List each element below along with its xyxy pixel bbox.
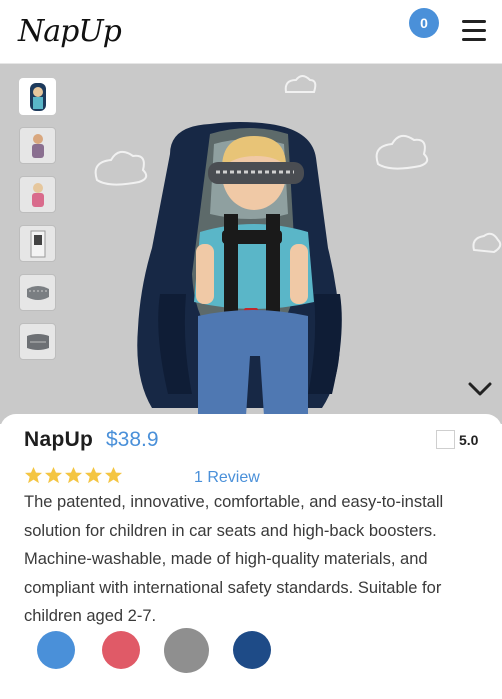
star-icon <box>104 466 123 484</box>
color-swatch-red[interactable] <box>102 631 140 669</box>
app-header: NapUp 0 <box>0 0 502 64</box>
product-description: The patented, innovative, comfortable, a… <box>24 493 444 625</box>
logo[interactable]: NapUp <box>18 14 122 49</box>
chevron-down-icon[interactable] <box>468 380 492 398</box>
product-photo <box>94 75 502 416</box>
thumbnail-5[interactable] <box>19 274 56 311</box>
cart-button[interactable]: 0 <box>409 8 439 38</box>
cloud-icon <box>284 75 317 93</box>
thumbnail-2[interactable] <box>19 127 56 164</box>
color-swatch-gray[interactable] <box>164 628 209 673</box>
color-swatch-blue[interactable] <box>37 631 75 669</box>
product-title: NapUp <box>24 428 94 451</box>
rating-value: 5.0 <box>459 432 479 448</box>
rating-checkbox[interactable] <box>436 430 455 449</box>
reviews-link[interactable]: 1 Review <box>194 469 260 487</box>
color-swatch-navy[interactable] <box>233 631 271 669</box>
product-hero-image <box>0 64 502 424</box>
star-icon <box>84 466 103 484</box>
product-card: NapUp $38.9 5.0 1 Review The patented, i… <box>0 414 502 699</box>
hamburger-menu-icon[interactable] <box>462 20 486 41</box>
thumbnail-4[interactable] <box>19 225 56 262</box>
thumbnail-strip <box>19 78 57 372</box>
cloud-icon <box>94 150 148 186</box>
star-rating <box>24 466 123 485</box>
color-swatches <box>0 628 502 678</box>
star-icon <box>24 466 43 484</box>
star-icon <box>64 466 83 484</box>
product-price: $38.9 <box>106 428 159 451</box>
thumbnail-6[interactable] <box>19 323 56 360</box>
cloud-icon <box>472 232 502 254</box>
cloud-icon <box>375 134 429 170</box>
thumbnail-1[interactable] <box>19 78 56 115</box>
star-icon <box>44 466 63 484</box>
thumbnail-3[interactable] <box>19 176 56 213</box>
